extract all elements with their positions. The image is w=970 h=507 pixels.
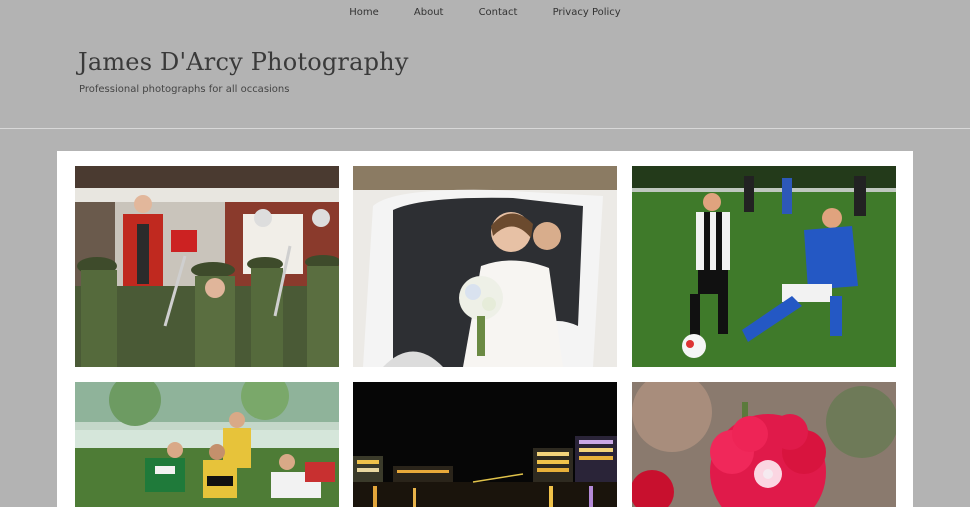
nav-about-link[interactable]: About xyxy=(414,7,444,19)
site-tagline: Professional photographs for all occasio… xyxy=(79,84,290,95)
gallery-photo-football[interactable] xyxy=(632,166,896,367)
gallery-photo-city-night[interactable] xyxy=(353,382,617,507)
nav-home-link[interactable]: Home xyxy=(349,7,379,19)
gallery-panel xyxy=(57,151,913,507)
photo-city-night-image xyxy=(353,382,617,507)
nav-contact-link[interactable]: Contact xyxy=(479,7,518,19)
gallery-photo-rugby[interactable] xyxy=(75,382,339,507)
photo-rugby-image xyxy=(75,382,339,507)
gallery-photo-mayor[interactable] xyxy=(75,166,339,367)
header-divider xyxy=(0,128,970,129)
nav-privacy-policy-link[interactable]: Privacy Policy xyxy=(553,7,621,19)
photo-bride-image xyxy=(353,166,617,367)
gallery-photo-bride[interactable] xyxy=(353,166,617,367)
gallery-photo-carnation[interactable] xyxy=(632,382,896,507)
photo-football-image xyxy=(632,166,896,367)
top-navigation: Home About Contact Privacy Policy xyxy=(0,0,970,18)
site-title[interactable]: James D'Arcy Photography xyxy=(78,48,409,76)
photo-mayor-image xyxy=(75,166,339,367)
photo-carnation-image xyxy=(632,382,896,507)
